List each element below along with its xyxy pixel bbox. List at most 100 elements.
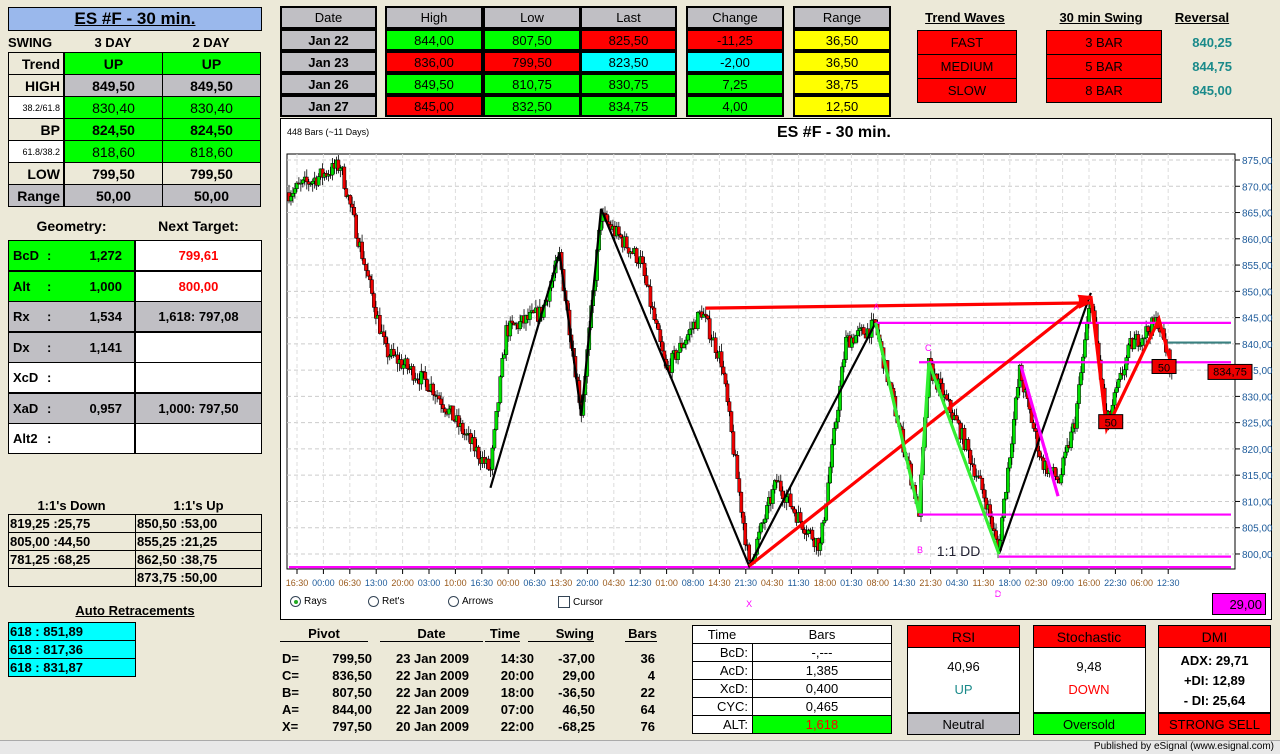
candle-down (510, 320, 515, 324)
geometry-row-dx: Dx: 1,141 (8, 331, 135, 363)
indicator-status: Neutral (907, 712, 1020, 735)
candle-up (1140, 338, 1145, 346)
candle-down (366, 270, 370, 277)
y-tick-label: 805,00 (1242, 524, 1273, 535)
rets-radio[interactable]: Ret's (368, 596, 404, 607)
indicator-status: STRONG SELL (1158, 712, 1271, 735)
candle-down (439, 398, 443, 405)
candle-down (624, 236, 629, 249)
pivot-date: 23 Jan 2009 (395, 651, 469, 666)
candle-up (763, 518, 767, 523)
candle-up (1006, 467, 1010, 493)
ones-up-cell: 855,25 :21,25 (135, 532, 262, 551)
pivot-pivot: 799,50 (332, 651, 372, 666)
rays-radio[interactable]: Rays (290, 596, 327, 607)
swing-value: 799,50 (162, 162, 261, 185)
candle-down (721, 366, 726, 375)
candle-up (822, 519, 827, 524)
pivot-time: 20:00 (500, 668, 534, 683)
column-header-change: Change (686, 6, 784, 29)
candle-down (441, 404, 445, 409)
candle-down (1146, 326, 1150, 332)
candle-up (316, 176, 321, 186)
swing-row-label: 38.2/61.8 (8, 96, 64, 119)
candle-up (419, 371, 424, 385)
candle-up (682, 344, 686, 349)
candle-down (992, 528, 996, 531)
candle-down (713, 337, 718, 353)
pivot-date: 20 Jan 2009 (395, 719, 469, 734)
x-tick-label: 06:30 (339, 578, 362, 588)
retracement-cell: 618 : 817,36 (8, 640, 136, 659)
candle-up (1004, 491, 1008, 500)
swing-value: 818,60 (64, 140, 163, 163)
reversal-value: 840,25 (1192, 35, 1232, 50)
quote-cell-date: Jan 23 (280, 51, 377, 73)
time-label: XcD: (692, 679, 753, 698)
candle-down (747, 544, 752, 561)
cursor-label: Cursor (573, 596, 604, 608)
chart-panel: 875,00 870,00 865,00 860,00 855,00 850,00 845,… (280, 118, 1273, 621)
y-tick-label: 865,00 (1242, 209, 1273, 220)
candle-up (765, 505, 769, 520)
quote-cell-range: 36,50 (793, 51, 891, 73)
time-value: 1,385 (752, 661, 892, 680)
pivot-bars: 76 (640, 719, 655, 734)
radio-icon (368, 596, 379, 607)
candle-down (660, 341, 665, 352)
quote-cell-high: 844,00 (385, 29, 483, 51)
time-label: BcD: (692, 643, 753, 662)
candle-down (938, 378, 943, 384)
fifty-percent-label: 50 (1105, 418, 1117, 430)
price-chart[interactable]: 875,00 870,00 865,00 860,00 855,00 850,00 845,… (281, 119, 1273, 621)
bars-info: 448 Bars (~11 Days) (287, 127, 369, 137)
checkbox-icon (558, 596, 570, 608)
candle-down (861, 327, 866, 335)
candle-up (1114, 387, 1119, 393)
x-tick-label: 16:30 (471, 578, 494, 588)
x-tick-label: 13:00 (365, 578, 388, 588)
x-tick-label: 09:00 (1051, 578, 1074, 588)
quote-cell-date: Jan 26 (280, 73, 377, 95)
candle-up (289, 196, 293, 202)
candle-down (383, 336, 388, 344)
pivot-swing: -68,25 (558, 719, 595, 734)
retracement-cell: 618 : 831,87 (8, 658, 136, 677)
geometry-value: 0,957 (89, 400, 122, 416)
candle-down (652, 307, 657, 320)
candle-up (310, 180, 315, 185)
reversal-value: 845,00 (1192, 83, 1232, 98)
candle-down (656, 323, 661, 330)
candle-up (508, 320, 513, 337)
cursor-checkbox[interactable]: Cursor (558, 596, 603, 608)
x-tick-label: 20:00 (576, 578, 599, 588)
candle-down (378, 315, 382, 334)
geometry-colon: : (47, 278, 52, 294)
pivot-header: Swing (528, 625, 594, 642)
arrows-radio[interactable]: Arrows (448, 596, 493, 607)
x-tick-label: 03:00 (418, 578, 441, 588)
footer-credit: Published by eSignal (www.esignal.com) (1093, 741, 1274, 752)
next-target-heading: Next Target: (158, 218, 239, 234)
indicator-title: Stochastic (1032, 625, 1146, 648)
candle-up (1132, 338, 1137, 350)
x-tick-label: 16:00 (1078, 578, 1101, 588)
ones-down-heading: 1:1's Down (37, 497, 106, 513)
candle-up (502, 354, 507, 359)
geometry-label: Dx (13, 339, 30, 355)
quote-cell-last: 834,75 (580, 95, 677, 117)
pivot-date: 22 Jan 2009 (395, 702, 469, 717)
geometry-colon: : (47, 309, 52, 324)
swing-value: 849,50 (64, 74, 163, 97)
quote-cell-high: 849,50 (385, 73, 483, 95)
pivot-label: D= (282, 651, 299, 666)
candle-down (990, 516, 994, 530)
x-tick-label: 04:30 (946, 578, 969, 588)
candle-down (425, 379, 430, 391)
pivot-label-a: A (874, 303, 880, 312)
y-tick-label: 820,00 (1242, 445, 1273, 456)
candle-down (737, 478, 742, 493)
indicator-status: Oversold (1032, 712, 1146, 735)
candle-up (1081, 356, 1085, 373)
candle-up (293, 188, 297, 194)
